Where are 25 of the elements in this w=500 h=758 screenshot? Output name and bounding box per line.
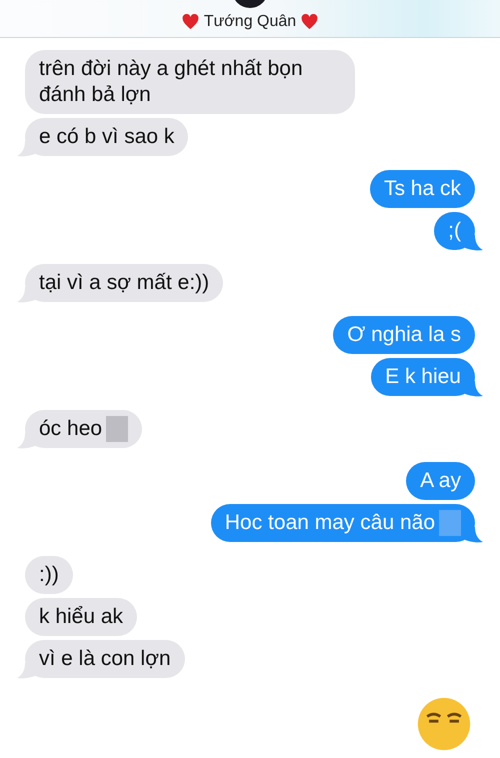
- heart-icon: [301, 14, 318, 30]
- smirk-emoji-icon: [416, 696, 472, 752]
- missing-glyph-icon: [439, 510, 461, 536]
- bubble-tail: [17, 663, 37, 679]
- message-bubble: e có b vì sao k: [25, 118, 188, 156]
- message-bubble: E k hieu: [371, 358, 475, 396]
- message-bubble: :)): [25, 556, 73, 594]
- message-bubble: Hoc toan may câu não: [210, 504, 475, 542]
- bubble-tail: [463, 527, 483, 543]
- message-bubble: A ay: [406, 462, 475, 500]
- message-bubble: k hiểu ak: [25, 598, 138, 636]
- message-bubble: Ơ nghia la s: [333, 316, 475, 354]
- bubble-tail: [17, 433, 37, 449]
- bubble-tail: [463, 381, 483, 397]
- message-bubble: tại vì a sợ mất e:)): [25, 264, 224, 302]
- contact-name[interactable]: Tướng Quân: [204, 13, 296, 31]
- message-bubble: vì e là con lợn: [25, 640, 185, 678]
- bubble-tail: [17, 287, 37, 303]
- missing-glyph-icon: [106, 416, 128, 442]
- message-bubble: Ts ha ck: [370, 170, 475, 208]
- bubble-tail: [463, 235, 483, 251]
- heart-icon: [182, 14, 199, 30]
- bubble-tail: [17, 141, 37, 157]
- message-bubble: óc heo: [25, 410, 142, 448]
- message-bubble: trên đời này a ghét nhất bọn đánh bả lợn: [25, 50, 355, 114]
